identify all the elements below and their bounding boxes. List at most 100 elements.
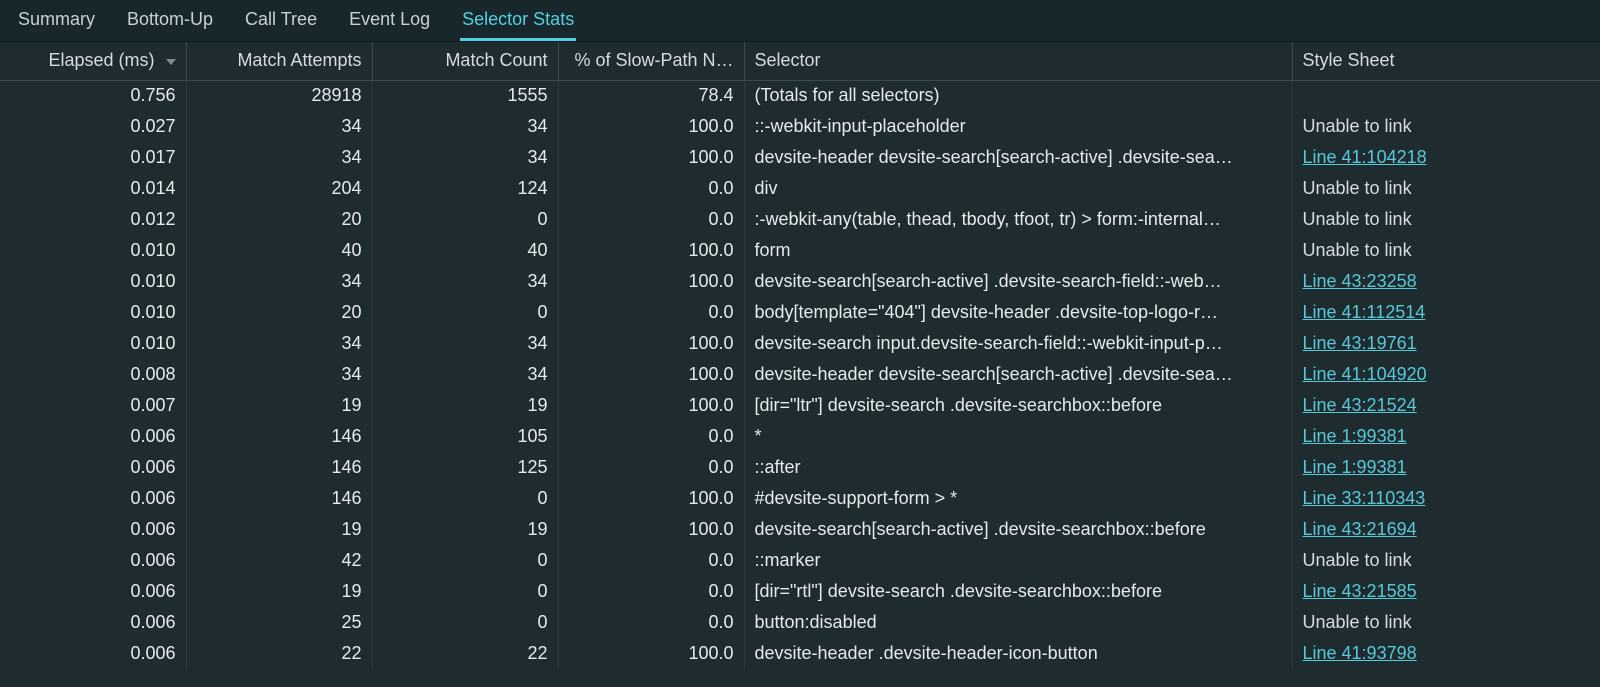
stylesheet-text: Unable to link [1303,612,1412,632]
stylesheet-link[interactable]: Line 41:104920 [1303,364,1427,384]
table-row[interactable]: 0.0122000.0:-webkit-any(table, thead, tb… [0,204,1600,235]
cell-attempts: 19 [186,576,372,607]
col-header-selector[interactable]: Selector [744,42,1292,80]
cell-attempts: 22 [186,638,372,669]
cell-elapsed: 0.010 [0,235,186,266]
cell-slow: 0.0 [558,452,744,483]
col-header-attempts[interactable]: Match Attempts [186,42,372,80]
table-row[interactable]: 0.0062500.0button:disabledUnable to link [0,607,1600,638]
cell-elapsed: 0.007 [0,390,186,421]
stylesheet-link[interactable]: Line 43:21694 [1303,519,1417,539]
cell-stylesheet: Unable to link [1292,607,1600,638]
cell-count: 1555 [372,80,558,111]
cell-slow: 0.0 [558,297,744,328]
cell-slow: 78.4 [558,80,744,111]
table-row[interactable]: 0.0061900.0[dir="rtl"] devsite-search .d… [0,576,1600,607]
tab-selector-stats[interactable]: Selector Stats [460,0,576,41]
selector-stats-panel: Summary Bottom-Up Call Tree Event Log Select… [0,0,1600,687]
cell-elapsed: 0.006 [0,452,186,483]
tab-label: Selector Stats [462,9,574,30]
col-header-stylesheet[interactable]: Style Sheet [1292,42,1600,80]
sort-descending-icon [166,59,176,65]
col-header-count[interactable]: Match Count [372,42,558,80]
cell-selector: (Totals for all selectors) [744,80,1292,111]
stylesheet-link[interactable]: Line 1:99381 [1303,426,1407,446]
table-row[interactable]: 0.0061460100.0#devsite-support-form > *L… [0,483,1600,514]
cell-stylesheet: Line 43:21694 [1292,514,1600,545]
tab-event-log[interactable]: Event Log [347,0,432,41]
tab-label: Event Log [349,9,430,30]
cell-elapsed: 0.006 [0,576,186,607]
table-row[interactable]: 0.0061461250.0::afterLine 1:99381 [0,452,1600,483]
table-row[interactable]: 0.0173434100.0devsite-header devsite-sea… [0,142,1600,173]
table-row[interactable]: 0.0064200.0::markerUnable to link [0,545,1600,576]
stylesheet-link[interactable]: Line 41:104218 [1303,147,1427,167]
stylesheet-text: Unable to link [1303,240,1412,260]
table-row[interactable]: 0.0071919100.0[dir="ltr"] devsite-search… [0,390,1600,421]
cell-stylesheet: Unable to link [1292,204,1600,235]
stylesheet-text: Unable to link [1303,550,1412,570]
table-row[interactable]: 0.75628918155578.4(Totals for all select… [0,80,1600,111]
cell-stylesheet: Line 1:99381 [1292,421,1600,452]
cell-attempts: 146 [186,452,372,483]
stylesheet-link[interactable]: Line 43:19761 [1303,333,1417,353]
table-row[interactable]: 0.0273434100.0::-webkit-input-placeholde… [0,111,1600,142]
cell-attempts: 34 [186,142,372,173]
cell-count: 34 [372,266,558,297]
cell-attempts: 34 [186,328,372,359]
tab-bottom-up[interactable]: Bottom-Up [125,0,215,41]
cell-elapsed: 0.010 [0,328,186,359]
cell-stylesheet: Line 1:99381 [1292,452,1600,483]
table-row[interactable]: 0.0142041240.0divUnable to link [0,173,1600,204]
tab-summary[interactable]: Summary [16,0,97,41]
cell-elapsed: 0.008 [0,359,186,390]
cell-elapsed: 0.010 [0,266,186,297]
stylesheet-link[interactable]: Line 43:21585 [1303,581,1417,601]
cell-elapsed: 0.014 [0,173,186,204]
cell-attempts: 204 [186,173,372,204]
stylesheet-link[interactable]: Line 43:23258 [1303,271,1417,291]
col-header-elapsed[interactable]: Elapsed (ms) [0,42,186,80]
col-header-slow[interactable]: % of Slow-Path N… [558,42,744,80]
stylesheet-link[interactable]: Line 1:99381 [1303,457,1407,477]
cell-count: 19 [372,390,558,421]
cell-attempts: 34 [186,359,372,390]
table-row[interactable]: 0.0103434100.0devsite-search[search-acti… [0,266,1600,297]
cell-attempts: 19 [186,514,372,545]
cell-count: 124 [372,173,558,204]
cell-slow: 100.0 [558,359,744,390]
stylesheet-link[interactable]: Line 33:110343 [1303,488,1426,508]
table-row[interactable]: 0.0102000.0body[template="404"] devsite-… [0,297,1600,328]
cell-attempts: 34 [186,111,372,142]
table-row[interactable]: 0.0104040100.0formUnable to link [0,235,1600,266]
cell-stylesheet: Line 41:93798 [1292,638,1600,669]
cell-attempts: 25 [186,607,372,638]
table-row[interactable]: 0.0061461050.0*Line 1:99381 [0,421,1600,452]
cell-stylesheet: Unable to link [1292,111,1600,142]
table-row[interactable]: 0.0083434100.0devsite-header devsite-sea… [0,359,1600,390]
tab-call-tree[interactable]: Call Tree [243,0,319,41]
cell-selector: button:disabled [744,607,1292,638]
stylesheet-text: Unable to link [1303,116,1412,136]
cell-slow: 100.0 [558,328,744,359]
table-row[interactable]: 0.0103434100.0devsite-search input.devsi… [0,328,1600,359]
stylesheet-link[interactable]: Line 41:112514 [1303,302,1426,322]
panel-tabs: Summary Bottom-Up Call Tree Event Log Select… [0,0,1600,42]
cell-selector: body[template="404"] devsite-header .dev… [744,297,1292,328]
cell-count: 40 [372,235,558,266]
cell-attempts: 42 [186,545,372,576]
cell-count: 34 [372,142,558,173]
cell-stylesheet: Unable to link [1292,173,1600,204]
stylesheet-link[interactable]: Line 41:93798 [1303,643,1417,663]
cell-slow: 0.0 [558,576,744,607]
cell-slow: 0.0 [558,173,744,204]
cell-count: 34 [372,328,558,359]
cell-slow: 100.0 [558,235,744,266]
cell-selector: * [744,421,1292,452]
table-row[interactable]: 0.0061919100.0devsite-search[search-acti… [0,514,1600,545]
stylesheet-link[interactable]: Line 43:21524 [1303,395,1417,415]
table-row[interactable]: 0.0062222100.0devsite-header .devsite-he… [0,638,1600,669]
cell-stylesheet: Unable to link [1292,235,1600,266]
cell-selector: #devsite-support-form > * [744,483,1292,514]
cell-selector: ::-webkit-input-placeholder [744,111,1292,142]
